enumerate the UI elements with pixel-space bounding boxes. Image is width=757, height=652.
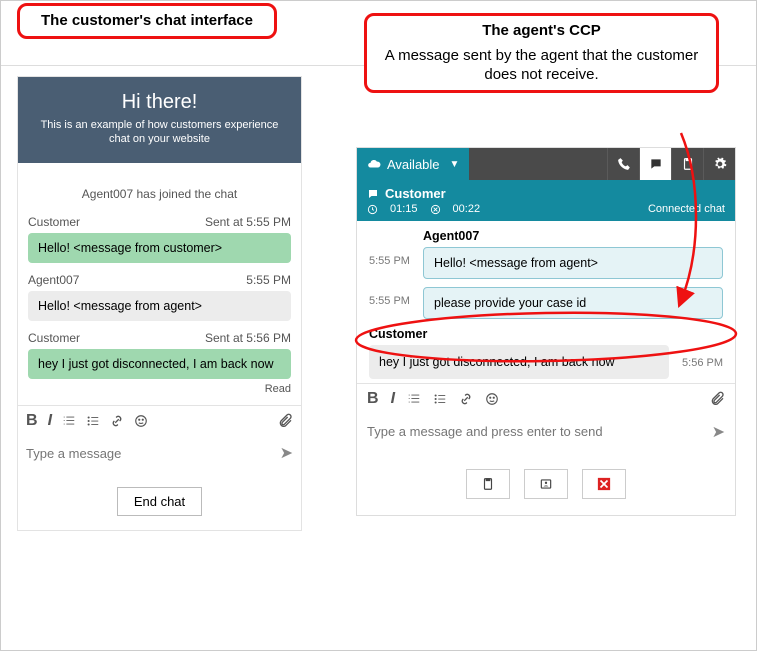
timer-idle: 00:22	[453, 203, 481, 215]
ccp-conversation-bar[interactable]: Customer 01:15 00:22 Connected chat	[357, 180, 735, 221]
tab-phone[interactable]	[607, 148, 639, 180]
customer-message-bubble: hey I just got disconnected, I am back n…	[28, 349, 291, 379]
hourglass-icon	[430, 204, 441, 215]
unordered-list-icon[interactable]	[433, 392, 447, 406]
customer-chat-widget: Hi there! This is an example of how cust…	[17, 76, 302, 531]
clock-icon	[367, 204, 378, 215]
chat-icon	[367, 188, 379, 200]
time-label: 5:55 PM	[246, 273, 291, 287]
time-label: Sent at 5:56 PM	[205, 331, 291, 345]
sender-label: Customer	[28, 331, 80, 345]
message-header: Agent007 5:55 PM	[28, 273, 291, 287]
sender-label: Customer	[28, 215, 80, 229]
emoji-icon[interactable]	[485, 392, 499, 406]
send-icon[interactable]: ➤	[712, 422, 725, 442]
bold-icon[interactable]: B	[26, 412, 38, 430]
customer-header-title: Hi there!	[34, 91, 285, 114]
customer-chat-body: Agent007 has joined the chat Customer Se…	[18, 163, 301, 405]
ccp-top-bar: Available ▼	[357, 148, 735, 180]
end-chat-row: End chat	[18, 477, 301, 530]
agent-message-bubble: Hello! <message from agent>	[28, 291, 291, 321]
connection-status: Connected chat	[648, 203, 725, 215]
end-chat-button[interactable]: End chat	[117, 487, 202, 516]
agent-ccp-panel: Available ▼ Customer 0	[356, 147, 736, 516]
ccp-input-row: ➤	[357, 414, 735, 459]
timer-total: 01:15	[390, 203, 418, 215]
customer-message-row: hey I just got disconnected, I am back n…	[369, 345, 723, 379]
agent-message-row: 5:55 PM please provide your case id	[369, 287, 723, 319]
callout-text: The customer's chat interface	[41, 12, 253, 29]
customer-header-sub: This is an example of how customers expe…	[34, 118, 285, 147]
tab-tasks[interactable]	[671, 148, 703, 180]
agent-status-label: Available	[387, 157, 440, 172]
time-label: Sent at 5:55 PM	[205, 215, 291, 229]
italic-icon[interactable]: I	[391, 390, 395, 408]
customer-name-label: Customer	[369, 327, 723, 341]
customer-format-toolbar: B I	[18, 405, 301, 436]
link-icon[interactable]	[110, 414, 124, 428]
customer-chat-header: Hi there! This is an example of how cust…	[18, 77, 301, 163]
agent-message-bubble: Hello! <message from agent>	[423, 247, 723, 279]
customer-input-row: ➤	[18, 436, 301, 477]
emoji-icon[interactable]	[134, 414, 148, 428]
bold-icon[interactable]: B	[367, 390, 379, 408]
timestamp: 5:56 PM	[677, 345, 723, 369]
agent-status-selector[interactable]: Available ▼	[357, 148, 469, 180]
attachment-icon[interactable]	[709, 391, 725, 407]
message-header: Customer Sent at 5:56 PM	[28, 331, 291, 345]
clipboard-button[interactable]	[466, 469, 510, 499]
ordered-list-icon[interactable]	[407, 392, 421, 406]
chevron-down-icon: ▼	[450, 159, 460, 170]
ccp-action-bar	[357, 459, 735, 515]
timestamp: 5:55 PM	[369, 247, 415, 267]
message-header: Customer Sent at 5:55 PM	[28, 215, 291, 229]
join-message: Agent007 has joined the chat	[28, 187, 291, 201]
customer-message-input[interactable]	[26, 440, 280, 467]
ccp-message-input[interactable]	[367, 418, 712, 445]
callout-agent-ccp: The agent's CCP A message sent by the ag…	[364, 13, 719, 93]
attachment-icon[interactable]	[277, 413, 293, 429]
ccp-format-toolbar: B I	[357, 383, 735, 414]
callout-customer-chat: The customer's chat interface	[17, 3, 277, 39]
contact-card-button[interactable]	[524, 469, 568, 499]
ccp-body: Agent007 5:55 PM Hello! <message from ag…	[357, 221, 735, 383]
agent-message-bubble-highlighted: please provide your case id	[423, 287, 723, 319]
unordered-list-icon[interactable]	[86, 414, 100, 428]
sender-label: Agent007	[28, 273, 79, 287]
callout-subtext: A message sent by the agent that the cus…	[383, 47, 700, 85]
italic-icon[interactable]: I	[48, 412, 52, 430]
contact-name: Customer	[385, 186, 446, 201]
callout-title: The agent's CCP	[482, 22, 601, 39]
cloud-icon	[367, 157, 381, 171]
ordered-list-icon[interactable]	[62, 414, 76, 428]
send-icon[interactable]: ➤	[280, 443, 293, 463]
customer-message-bubble: Hello! <message from customer>	[28, 233, 291, 263]
tab-settings[interactable]	[703, 148, 735, 180]
agent-name-label: Agent007	[423, 229, 723, 243]
link-icon[interactable]	[459, 392, 473, 406]
timestamp: 5:55 PM	[369, 287, 415, 307]
tab-chat[interactable]	[639, 148, 671, 180]
end-contact-button[interactable]	[582, 469, 626, 499]
read-receipt: Read	[28, 383, 291, 395]
customer-message-bubble: hey I just got disconnected, I am back n…	[369, 345, 669, 379]
agent-message-row: 5:55 PM Hello! <message from agent>	[369, 247, 723, 279]
